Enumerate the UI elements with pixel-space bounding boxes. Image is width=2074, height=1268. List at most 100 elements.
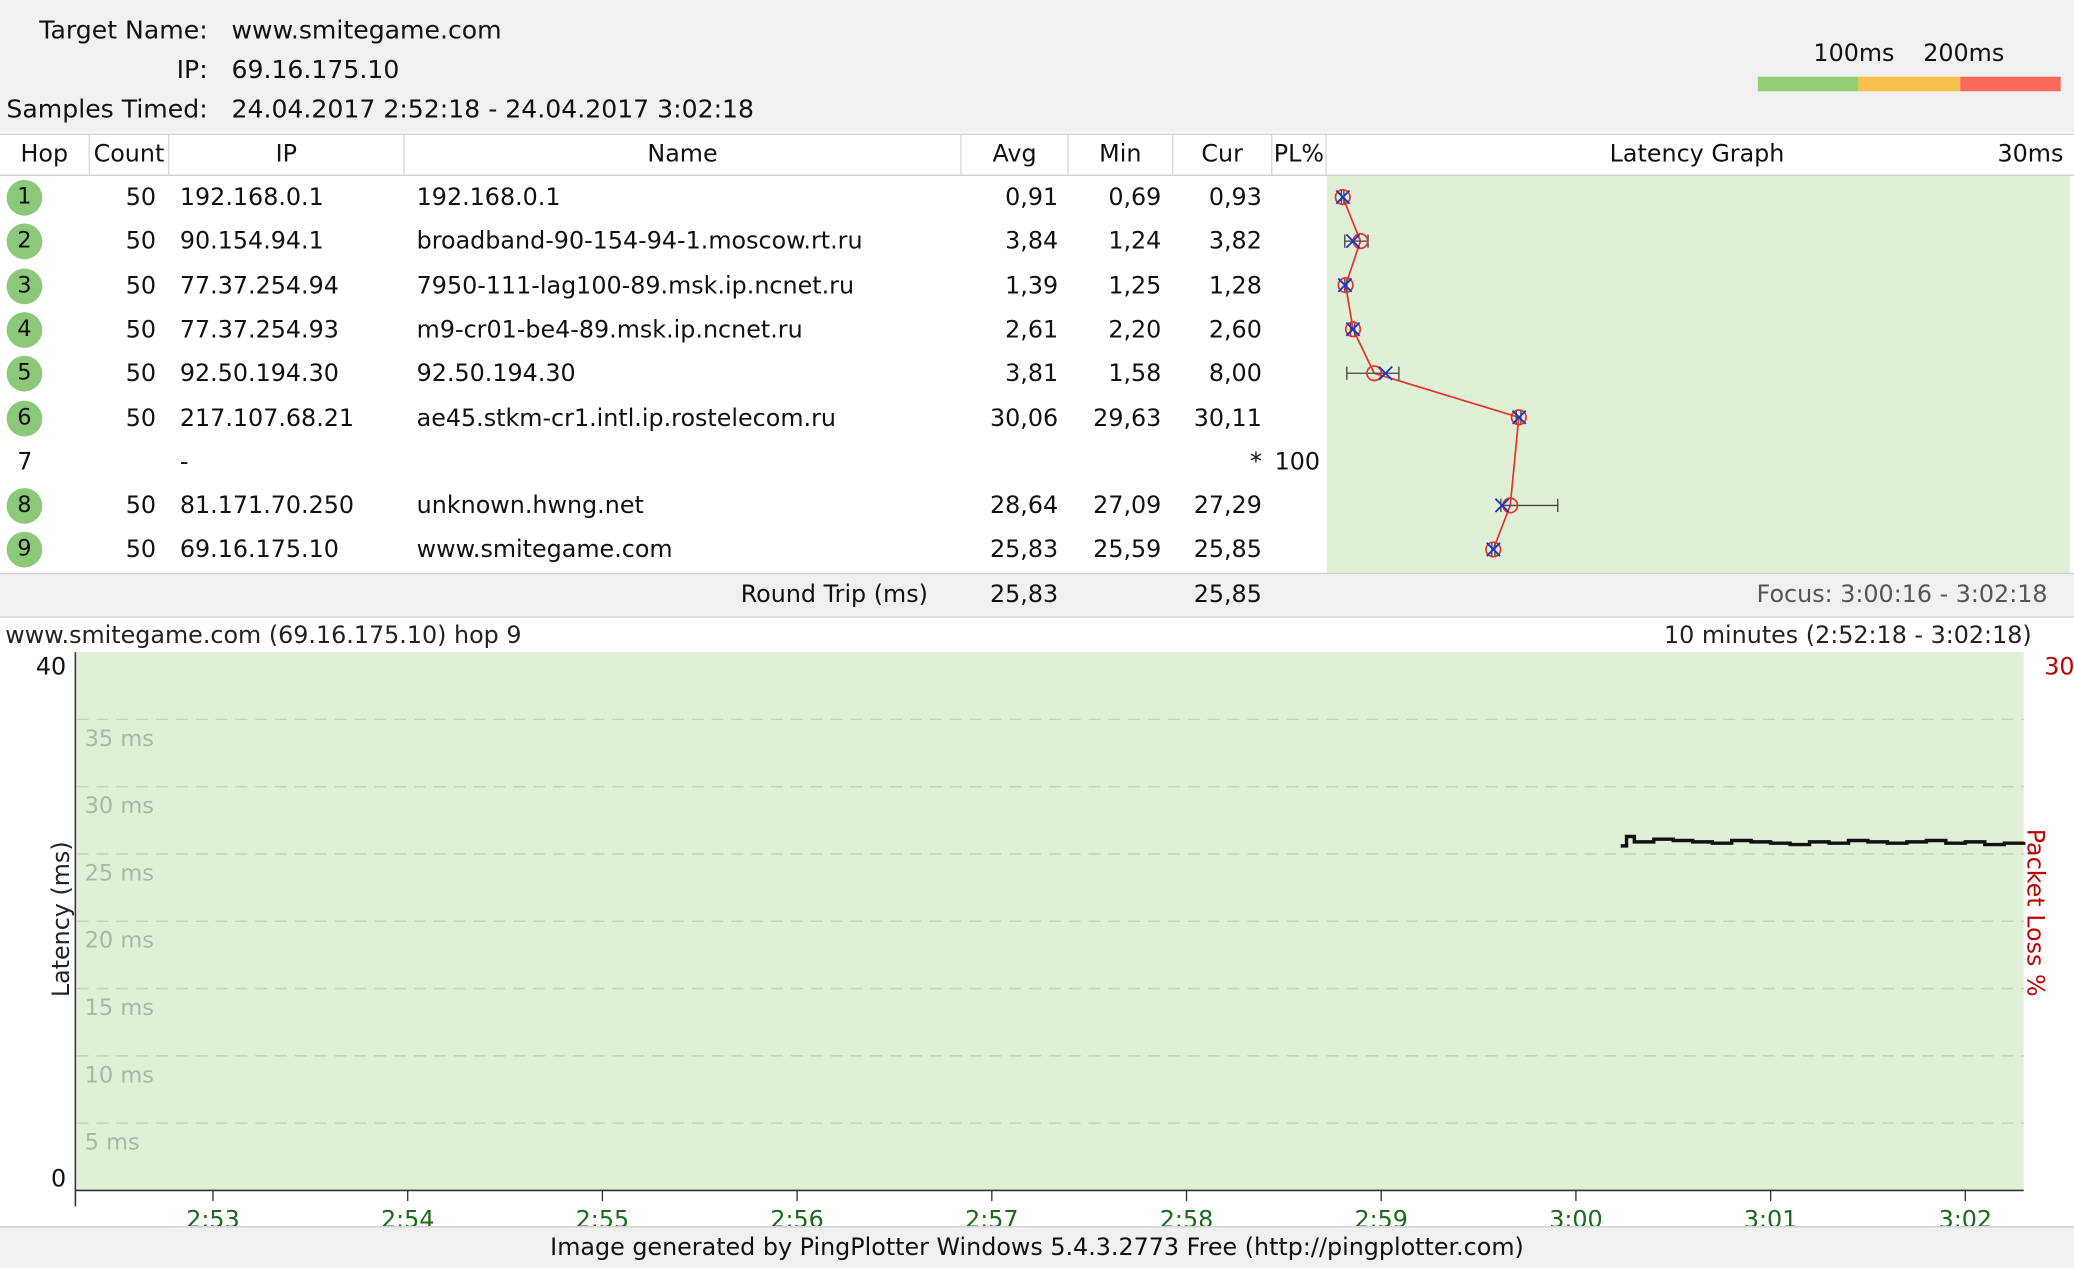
col-min[interactable]: Min xyxy=(1069,134,1174,175)
hop-count: 50 xyxy=(125,536,157,564)
hop-ip: 92.50.194.30 xyxy=(179,360,339,388)
timegraph-x-tick-label: 2:58 xyxy=(1160,1205,1213,1226)
hop-number-badge: 3 xyxy=(6,267,43,304)
latency-graph-panel[interactable] xyxy=(1326,175,2071,573)
timegraph-range: 10 minutes (2:52:18 - 3:02:18) xyxy=(1663,621,2032,650)
hop-row[interactable]: 5 50 92.50.194.30 92.50.194.30 3,81 1,58 8,00 xyxy=(0,352,1327,396)
hop-count: 50 xyxy=(125,315,157,344)
col-count[interactable]: Count xyxy=(90,134,170,175)
hop-min: 1,25 xyxy=(1108,271,1162,300)
hop-avg: 3,84 xyxy=(1005,227,1059,256)
latency-graph-background xyxy=(1326,175,2071,573)
col-hop[interactable]: Hop xyxy=(0,134,90,175)
hop-avg: 2,61 xyxy=(1005,315,1059,344)
legend-bar-bad xyxy=(1960,76,2061,92)
col-avg[interactable]: Avg xyxy=(962,134,1069,175)
timegraph-ymin-label: 0 xyxy=(51,1164,66,1192)
hop-row[interactable]: 9 50 69.16.175.10 www.smitegame.com 25,83 25,… xyxy=(0,528,1327,572)
hop-ip: 77.37.254.94 xyxy=(179,271,339,300)
hop-count: 50 xyxy=(125,360,157,388)
hop-number-badge: 4 xyxy=(6,312,43,348)
col-name[interactable]: Name xyxy=(405,134,962,175)
hop-number-badge: 6 xyxy=(6,400,43,436)
hop-number-badge: 9 xyxy=(6,532,43,568)
hop-row[interactable]: 7 - * 100 xyxy=(0,440,1327,484)
hop-count: 50 xyxy=(125,404,157,432)
hop-row[interactable]: 6 50 217.107.68.21 ae45.stkm-cr1.intl.ip.ro… xyxy=(0,396,1327,440)
hop-avg: 28,64 xyxy=(989,492,1059,520)
hop-row[interactable]: 2 50 90.154.94.1 broadband-90-154-94-1.mosc… xyxy=(0,220,1327,264)
hop-name: 92.50.194.30 xyxy=(416,360,576,388)
hop-name: broadband-90-154-94-1.moscow.rt.ru xyxy=(416,227,863,256)
timegraph-title: www.smitegame.com (69.16.175.10) hop 9 xyxy=(5,621,522,650)
timegraph-x-tick-label: 3:01 xyxy=(1744,1205,1797,1226)
trace-header: Target Name: www.smitegame.com IP: 69.16… xyxy=(0,0,2074,133)
hop-number-badge: 8 xyxy=(6,488,43,524)
legend-bar-good xyxy=(1757,76,1859,92)
samples-timed-value: 24.04.2017 2:52:18 - 24.04.2017 3:02:18 xyxy=(231,95,755,125)
timegraph-grid-label: 20 ms xyxy=(85,928,154,954)
hop-name: 7950-111-lag100-89.msk.ip.ncnet.ru xyxy=(416,271,855,300)
hop-avg: 30,06 xyxy=(989,404,1059,432)
hop-ip: 192.168.0.1 xyxy=(179,183,324,212)
legend-200ms-label: 200ms xyxy=(1923,39,2005,68)
hop-count: 50 xyxy=(125,227,157,256)
hop-cur: * xyxy=(1249,448,1262,476)
timegraph-y2label: Packet Loss % xyxy=(2022,829,2050,997)
col-latency-graph[interactable]: Latency Graph xyxy=(1327,135,2068,175)
timegraph-x-tick-label: 2:55 xyxy=(576,1205,629,1226)
timegraph-chart[interactable]: 35 ms 30 ms 25 ms 20 ms 15 ms 10 ms 5 ms 40 0 30 L… xyxy=(0,648,2074,1226)
hop-name: ae45.stkm-cr1.intl.ip.rostelecom.ru xyxy=(416,404,836,432)
hop-avg: 25,83 xyxy=(989,536,1059,564)
hop-min: 1,58 xyxy=(1108,360,1162,388)
hop-row[interactable]: 4 50 77.37.254.93 m9-cr01-be4-89.msk.ip.ncn… xyxy=(0,308,1327,352)
hop-number-badge: 2 xyxy=(6,223,43,260)
hop-avg: 1,39 xyxy=(1005,271,1059,300)
col-pl[interactable]: PL% xyxy=(1272,134,1327,175)
hop-min: 27,09 xyxy=(1093,492,1162,520)
round-trip-label: Round Trip (ms) xyxy=(740,580,928,609)
hop-ip: 90.154.94.1 xyxy=(179,227,324,256)
col-graph-scale[interactable]: 30ms xyxy=(1971,135,2066,175)
timegraph-x-tick-label: 2:53 xyxy=(186,1205,239,1226)
round-trip-row: Round Trip (ms) 25,83 25,85 Focus: 3:00:… xyxy=(0,572,2074,618)
ip-label: IP: xyxy=(176,55,208,85)
pingplotter-window: Target Name: www.smitegame.com IP: 69.16… xyxy=(0,0,2074,1268)
timegraph-grid-label: 35 ms xyxy=(85,726,154,752)
ip-value: 69.16.175.10 xyxy=(231,55,400,85)
col-cur[interactable]: Cur xyxy=(1173,134,1273,175)
col-ip[interactable]: IP xyxy=(169,134,405,175)
hop-count: 50 xyxy=(125,492,157,520)
hop-min: 0,69 xyxy=(1108,183,1162,212)
timegraph-grid-label: 10 ms xyxy=(85,1062,154,1088)
hop-row[interactable]: 8 50 81.171.70.250 unknown.hwng.net 28,64 27,… xyxy=(0,484,1327,528)
timegraph-x-tick-label: 2:57 xyxy=(965,1205,1018,1226)
hop-name: www.smitegame.com xyxy=(416,536,673,564)
hop-ip: 77.37.254.93 xyxy=(179,315,339,344)
footer-credit: Image generated by PingPlotter Windows 5… xyxy=(0,1226,2074,1268)
hop-row[interactable]: 3 50 77.37.254.94 7950-111-lag100-89.msk.ip… xyxy=(0,264,1327,308)
hop-cur: 2,60 xyxy=(1208,315,1262,344)
timegraph-x-tick-label: 3:02 xyxy=(1939,1205,1992,1226)
hop-name: m9-cr01-be4-89.msk.ip.ncnet.ru xyxy=(416,315,803,344)
hop-cur: 1,28 xyxy=(1208,271,1262,300)
samples-timed-label: Samples Timed: xyxy=(6,95,208,125)
hop-ip: 69.16.175.10 xyxy=(179,536,339,564)
hop-number-badge: 5 xyxy=(6,356,43,392)
legend-100ms-label: 100ms xyxy=(1813,39,1895,68)
hop-cur: 0,93 xyxy=(1208,183,1262,212)
target-name-value: www.smitegame.com xyxy=(231,15,502,45)
hop-ip: 217.107.68.21 xyxy=(179,404,355,432)
timegraph-ymax-label: 40 xyxy=(36,653,66,681)
hop-cur: 8,00 xyxy=(1208,360,1262,388)
timegraph-packetloss-max-label: 30 xyxy=(2044,653,2074,681)
hop-cur: 30,11 xyxy=(1193,404,1262,432)
timegraph-ylabel: Latency (ms) xyxy=(47,841,75,997)
timegraph-x-tick-label: 2:54 xyxy=(381,1205,434,1226)
timegraph-x-tick-label: 3:00 xyxy=(1549,1205,1602,1226)
hop-cur: 27,29 xyxy=(1193,492,1262,520)
hop-name: unknown.hwng.net xyxy=(416,492,644,520)
hop-avg: 3,81 xyxy=(1005,360,1059,388)
timegraph-grid-label: 30 ms xyxy=(85,793,154,819)
hop-row[interactable]: 1 50 192.168.0.1 192.168.0.1 0,91 0,69 0,93 xyxy=(0,176,1327,220)
